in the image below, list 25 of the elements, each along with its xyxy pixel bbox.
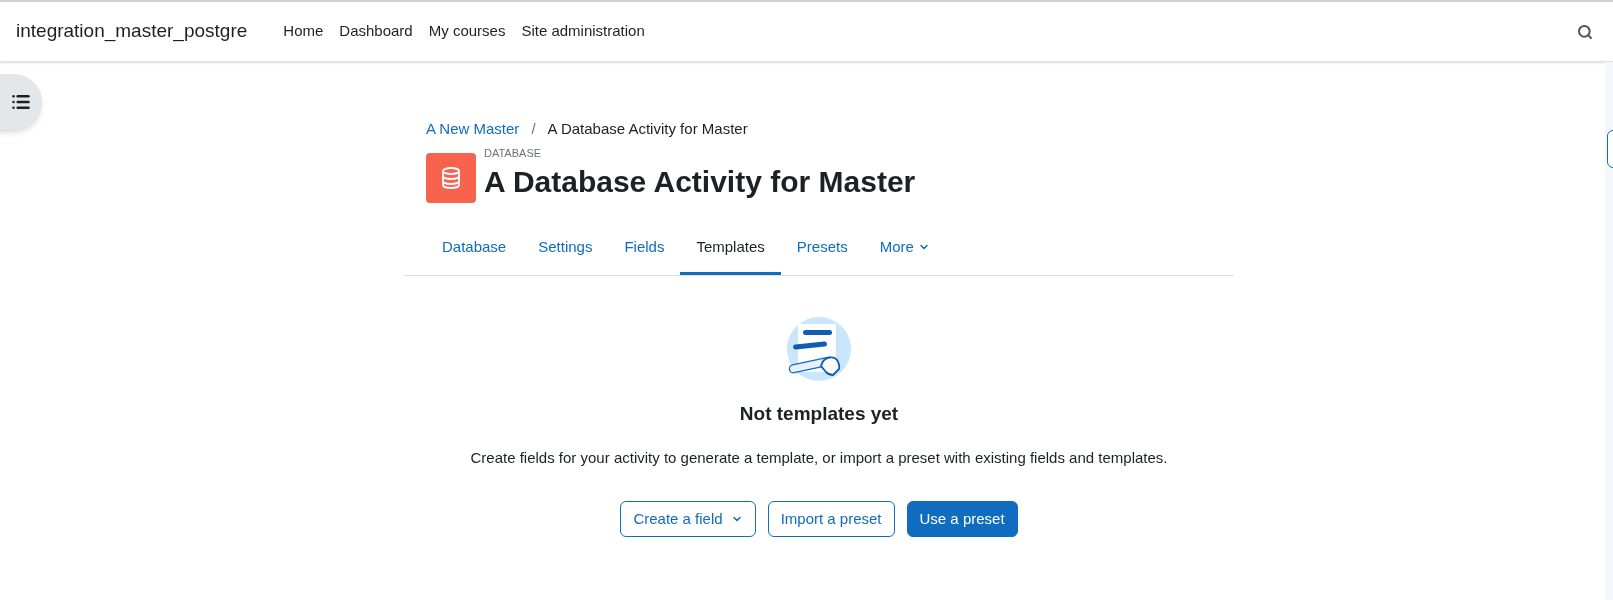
empty-state-heading: Not templates yet [739,402,899,426]
page-title: A Database Activity for Master [484,164,916,201]
nav-tab[interactable]: Settings [522,222,609,275]
nav-tab[interactable]: More [863,222,946,275]
action-button[interactable]: Use a preset [906,501,1018,537]
nav-tab[interactable]: Database [426,222,523,275]
action-button[interactable]: Import a preset [767,501,895,537]
search-icon[interactable] [1577,23,1593,40]
nav-link[interactable]: Dashboard [339,20,413,43]
breadcrumb-separator: / [530,119,537,139]
nav-link[interactable]: Site administration [521,20,645,43]
nav-link[interactable]: Home [283,20,324,43]
activity-type-label: DATABASE [484,148,543,160]
breadcrumb-current: A Database Activity for Master [547,119,748,139]
site-name[interactable]: integration_master_postgre [16,17,248,46]
nav-link[interactable]: My courses [428,20,506,43]
nav-tab[interactable]: Templates [680,222,781,275]
empty-state-message: Create fields for your activity to generate a template, or import a preset with existing fields and templates. [470,447,1168,468]
drawer-toggle-button[interactable] [0,74,42,130]
nav-tab[interactable]: Fields [608,222,681,275]
breadcrumb-link[interactable]: A New Master [426,118,520,141]
nav-tab[interactable]: Presets [780,222,864,275]
action-button[interactable]: Create a field [620,501,756,537]
database-icon [426,152,476,203]
list-icon [11,92,31,112]
